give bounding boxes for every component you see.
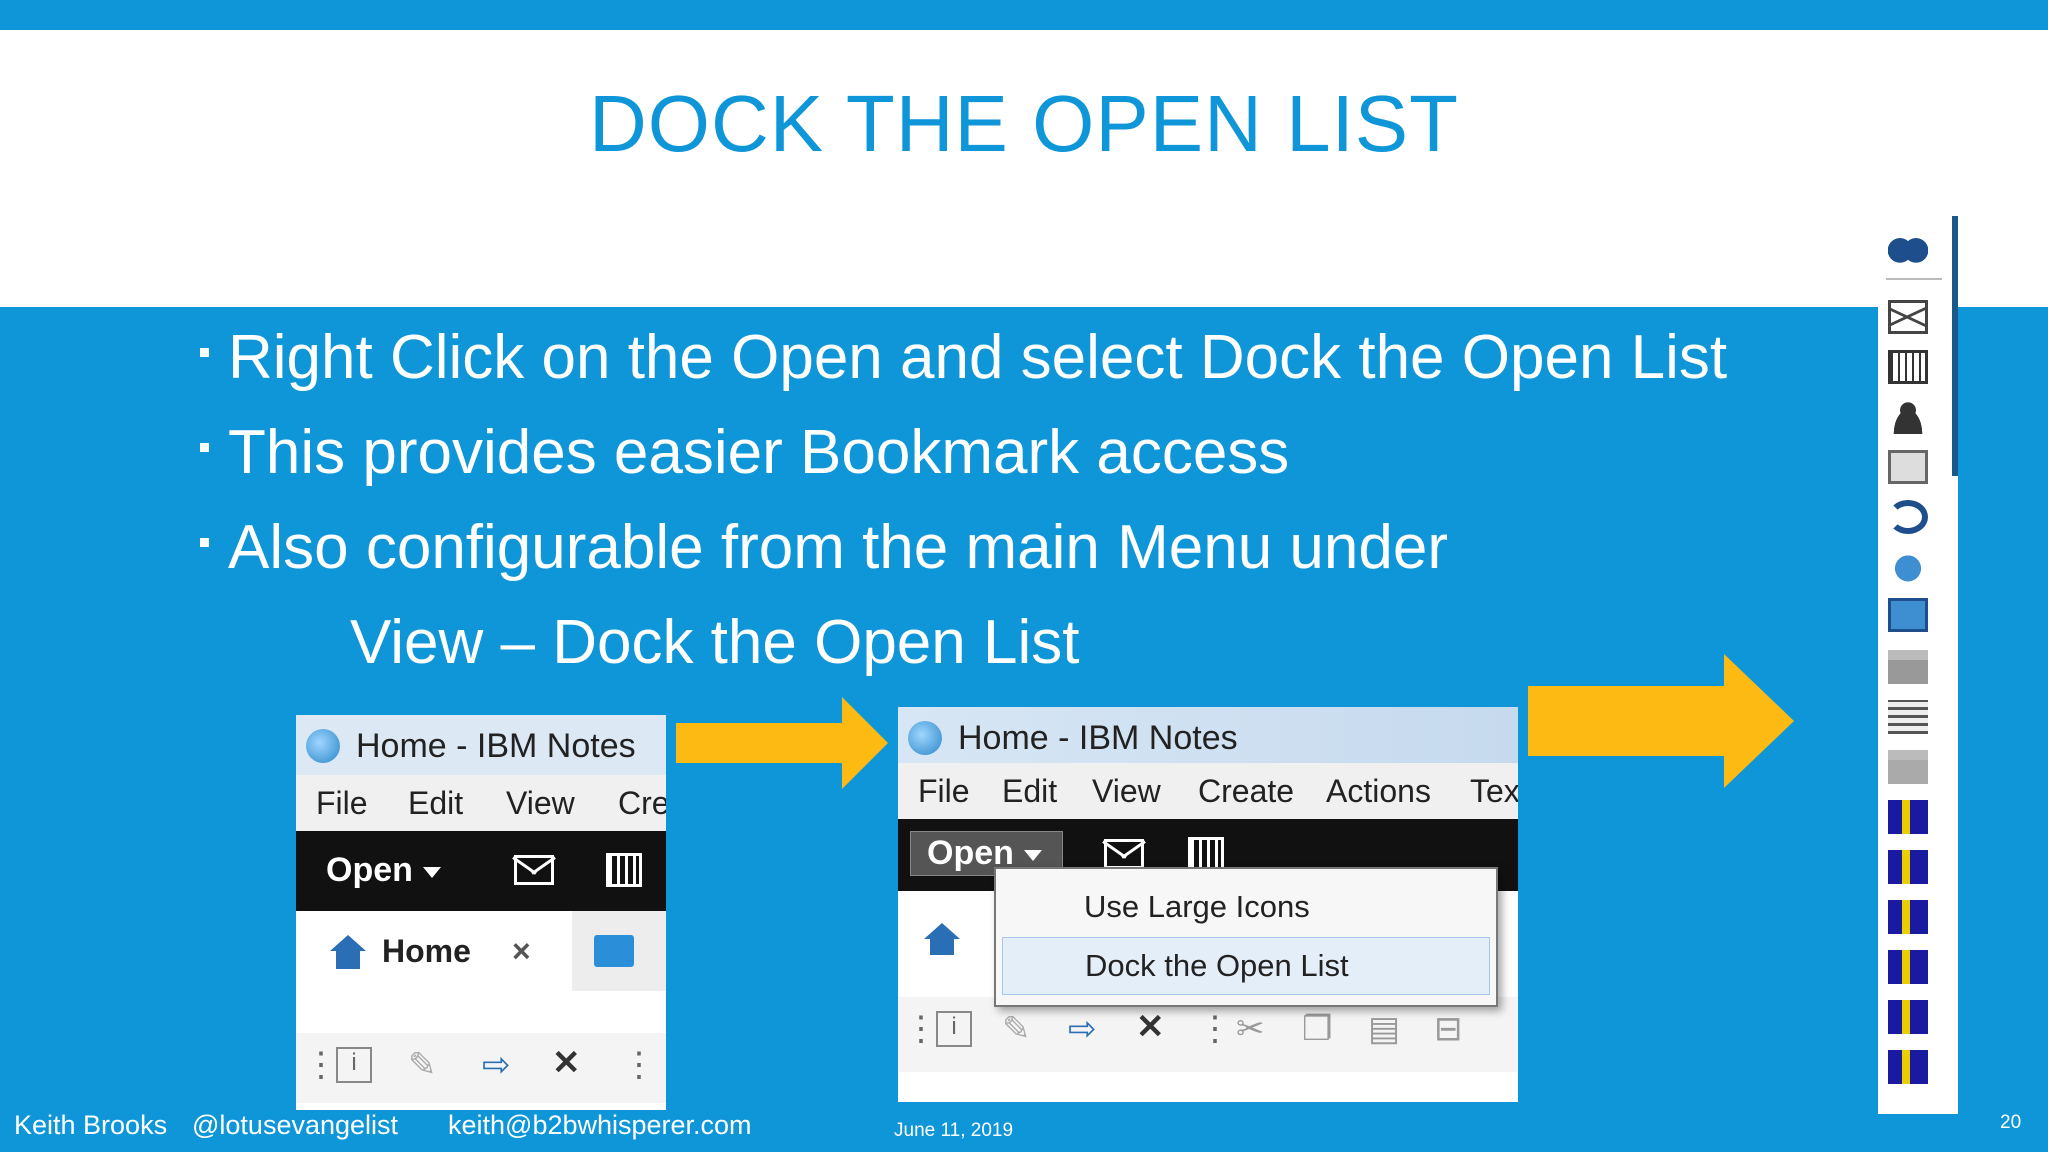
tab-home[interactable]: Home × [296,911,573,991]
menu-file[interactable]: File [918,773,970,810]
footer-date: June 11, 2019 [894,1120,1014,1141]
paste-icon[interactable]: ▤ [1368,1009,1400,1049]
docked-open-list [1878,216,1958,1114]
cut-icon[interactable]: ✂ [1236,1009,1265,1049]
close-icon[interactable]: × [512,933,531,970]
delete-icon[interactable]: ✕ [552,1043,581,1083]
home-icon [924,923,960,939]
open-button[interactable]: Open [326,851,441,890]
move-icon[interactable]: ⇨ [1068,1009,1097,1049]
scrollbar[interactable] [1952,216,1958,476]
copy-icon[interactable]: ❐ [1302,1009,1332,1049]
action-toolbar: ⋮ i ✎ ⇨ ✕ ⋮ [296,1033,666,1103]
info-icon[interactable]: i [336,1047,372,1083]
delete-icon[interactable]: ✕ [1136,1007,1165,1047]
page-number: 20 [2000,1112,2022,1133]
bullet-item: Also configurable from the main Menu und… [200,500,1727,595]
action-toolbar: ⋮ i ✎ ⇨ ✕ ⋮ ✂ ❐ ▤ ⊟ [898,997,1518,1072]
mail-icon[interactable] [1888,300,1928,334]
mail-icon[interactable] [514,855,554,885]
grip-icon: ⋮ [904,1010,938,1048]
menu-text[interactable]: Tex [1470,773,1518,810]
chevron-down-icon [1023,849,1042,861]
menu-view[interactable]: View [506,785,575,822]
database-icon[interactable] [1888,800,1928,834]
window-titlebar: Home - IBM Notes [898,707,1518,763]
link-icon[interactable]: ⊟ [1434,1009,1463,1049]
menu-actions[interactable]: Actions [1326,773,1431,810]
slide-title: DOCK THE OPEN LIST [588,79,1460,168]
tab-mail[interactable] [572,911,666,991]
favorites-folder-icon[interactable] [1888,650,1928,684]
database-icon[interactable] [1888,900,1928,934]
menu-bar: File Edit View Create Actions Tex [898,763,1518,819]
bottle-icon[interactable] [1888,548,1928,582]
bullet-item: This provides easier Bookmark access [200,405,1727,500]
menu-bar: File Edit View Cre [296,775,666,831]
menu-file[interactable]: File [316,785,368,822]
edit-icon[interactable]: ✎ [408,1045,437,1085]
binoculars-icon[interactable] [1888,230,1928,264]
tab-label: Home [382,933,471,969]
replication-icon[interactable] [1888,598,1928,632]
home-icon [330,935,366,951]
screenshot-middle: Home - IBM Notes File Edit View Create A… [898,707,1518,1102]
database-icon[interactable] [1888,1050,1928,1084]
info-icon[interactable]: i [936,1011,972,1047]
menu-item-dock-open-list[interactable]: Dock the Open List [1002,937,1490,995]
arrow-right-icon [1528,654,1794,788]
sync-icon[interactable] [1888,500,1928,534]
grip-icon: ⋮ [1198,1010,1232,1048]
grip-icon: ⋮ [304,1046,338,1084]
calendar-icon[interactable] [1888,350,1928,384]
menu-create[interactable]: Cre [618,785,666,822]
database-icon[interactable] [1888,1000,1928,1034]
bullet-item: Right Click on the Open and select Dock … [200,310,1727,405]
menu-create[interactable]: Create [1198,773,1294,810]
menu-item-use-large-icons[interactable]: Use Large Icons [996,879,1496,935]
screenshot-left: Home - IBM Notes File Edit View Cre Open… [296,715,666,1110]
menu-edit[interactable]: Edit [1002,773,1057,810]
footer-handle: @lotusevangelist [192,1110,399,1140]
ibm-notes-logo-icon [306,729,340,763]
calendar-icon[interactable] [606,853,642,887]
grip-icon: ⋮ [622,1046,656,1084]
window-title: Home - IBM Notes [958,719,1238,757]
menu-view[interactable]: View [1092,773,1161,810]
context-menu: Use Large Icons Dock the Open List [994,867,1498,1007]
top-accent-bar [0,0,2048,30]
mail-icon [594,935,634,967]
footer-author: Keith Brooks [14,1110,168,1140]
bullet-list: Right Click on the Open and select Dock … [200,310,1727,690]
todo-icon[interactable] [1888,450,1928,484]
move-icon[interactable]: ⇨ [482,1045,511,1085]
footer-email: keith@b2bwhisperer.com [448,1110,752,1140]
workspace-icon[interactable] [1888,700,1928,734]
bullet-subline: View – Dock the Open List [350,608,1080,677]
calendar-icon[interactable] [1188,837,1224,871]
database-icon[interactable] [1888,850,1928,884]
folder-icon[interactable] [1888,750,1928,784]
ibm-notes-logo-icon [908,721,942,755]
edit-icon[interactable]: ✎ [1002,1009,1031,1049]
database-icon[interactable] [1888,950,1928,984]
arrow-right-icon [676,697,888,789]
chevron-down-icon [422,866,441,878]
menu-edit[interactable]: Edit [408,785,463,822]
mail-icon[interactable] [1104,839,1144,869]
open-toolbar: Open [296,831,666,911]
tab-row: Home × [296,911,666,991]
contacts-icon[interactable] [1888,400,1928,434]
window-title: Home - IBM Notes [356,727,636,765]
window-titlebar: Home - IBM Notes [296,715,666,775]
